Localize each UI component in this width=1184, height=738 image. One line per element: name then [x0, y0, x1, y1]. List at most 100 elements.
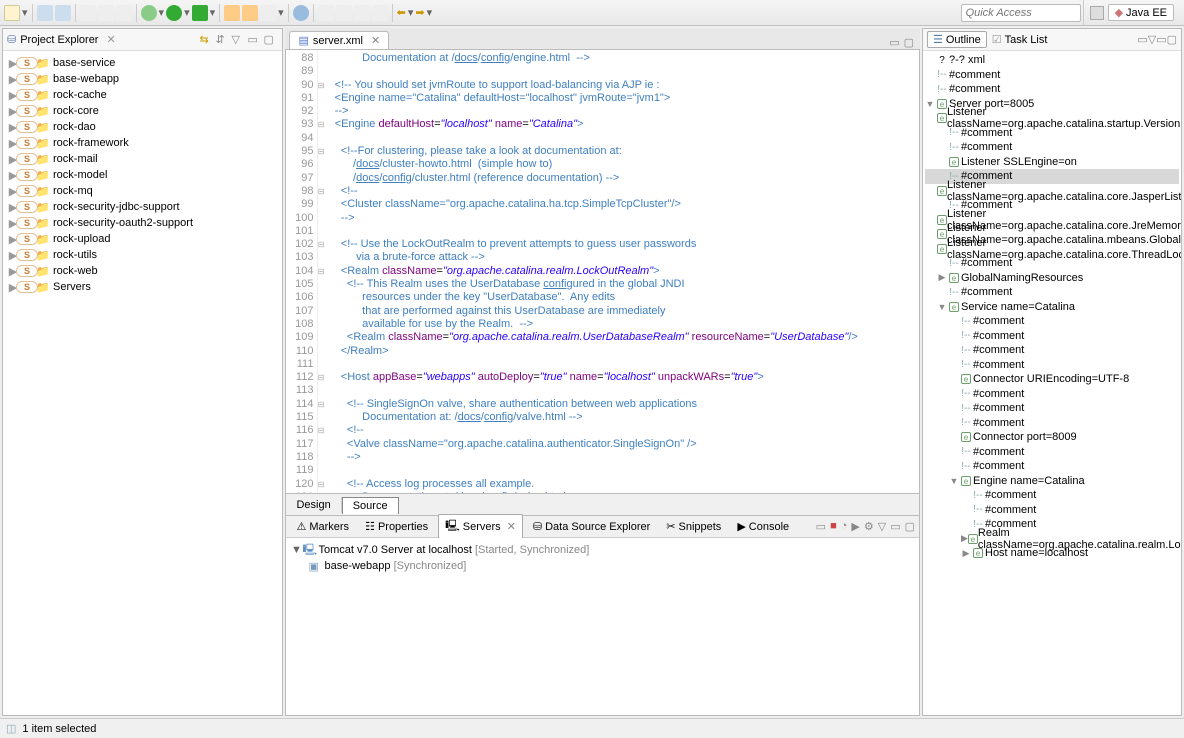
toolbar-icon[interactable] — [116, 5, 132, 21]
view-menu-icon[interactable]: ▽ — [878, 520, 886, 533]
outline-node[interactable]: !--#comment — [925, 401, 1179, 416]
outline-node[interactable]: ▶eRealm className=org.apache.catalina.re… — [925, 532, 1179, 547]
tasklist-tab[interactable]: ☑ Task List — [987, 32, 1053, 47]
outline-node[interactable]: !--#comment — [925, 329, 1179, 344]
dropdown-arrow-icon[interactable]: ▾ — [408, 6, 414, 19]
toolbar-icon[interactable] — [372, 5, 388, 21]
forward-icon[interactable]: ➡ — [415, 6, 424, 19]
toolbar-icon[interactable] — [336, 5, 352, 21]
view-menu-icon[interactable]: ▽ — [1148, 33, 1156, 46]
toolbar-icon[interactable] — [242, 5, 258, 21]
outline-node[interactable]: eConnector URIEncoding=UTF-8 — [925, 372, 1179, 387]
project-node[interactable]: ▶ S 📁 rock-mq — [5, 183, 280, 199]
expand-icon[interactable]: ▶ — [961, 548, 971, 559]
save-icon[interactable] — [37, 5, 53, 21]
outline-node[interactable]: !--#comment — [925, 82, 1179, 97]
project-node[interactable]: ▶ S 📁 rock-dao — [5, 119, 280, 135]
toolbar-icon[interactable]: ■ — [830, 520, 837, 533]
view-menu-icon[interactable]: ▽ — [231, 33, 245, 47]
source-tab[interactable]: Source — [342, 497, 399, 514]
outline-node[interactable]: ▶eGlobalNamingResources — [925, 271, 1179, 286]
dropdown-arrow-icon[interactable]: ▾ — [210, 6, 216, 19]
outline-node[interactable]: !--#comment — [925, 445, 1179, 460]
outline-node[interactable]: !--#comment — [925, 343, 1179, 358]
outline-node[interactable]: ▼eEngine name=Catalina — [925, 474, 1179, 489]
outline-node[interactable]: eListener SSLEngine=on — [925, 155, 1179, 170]
outline-node[interactable]: ▼eService name=Catalina — [925, 300, 1179, 315]
project-node[interactable]: ▶ S 📁 rock-core — [5, 103, 280, 119]
expand-icon[interactable]: ▶ — [937, 272, 947, 283]
toolbar-icon[interactable] — [318, 5, 334, 21]
run-server-icon[interactable] — [192, 5, 208, 21]
outline-node[interactable]: !--#comment — [925, 140, 1179, 155]
project-node[interactable]: ▶ S 📁 rock-utils — [5, 247, 280, 263]
expand-icon[interactable]: ▼ — [290, 544, 302, 556]
outline-node[interactable]: ??-? xml — [925, 53, 1179, 68]
toolbar-icon[interactable] — [224, 5, 240, 21]
outline-node[interactable]: !--#comment — [925, 387, 1179, 402]
project-node[interactable]: ▶ S 📁 rock-upload — [5, 231, 280, 247]
maximize-icon[interactable]: ▢ — [263, 33, 277, 47]
run-icon[interactable] — [166, 5, 182, 21]
toolbar-icon[interactable]: ▶ — [851, 520, 859, 533]
outline-node[interactable]: !--#comment — [925, 314, 1179, 329]
minimize-icon[interactable]: ▭ — [889, 36, 899, 49]
project-node[interactable]: ▶ S 📁 base-webapp — [5, 71, 280, 87]
bottom-tab-snippets[interactable]: ✂Snippets — [660, 518, 727, 535]
dropdown-arrow-icon[interactable]: ▾ — [184, 6, 190, 19]
toolbar-icon[interactable]: ▭ — [816, 520, 826, 533]
expand-icon[interactable]: ▼ — [949, 476, 959, 486]
bottom-tab-console[interactable]: ▶Console — [731, 518, 795, 535]
close-icon[interactable]: ✕ — [371, 34, 380, 47]
collapse-all-icon[interactable]: ⇆ — [199, 33, 213, 47]
expand-icon[interactable]: ▼ — [937, 302, 947, 312]
debug-icon[interactable] — [141, 5, 157, 21]
project-node[interactable]: ▶ S 📁 base-service — [5, 55, 280, 71]
outline-node[interactable]: eListener className=org.apache.catalina.… — [925, 111, 1179, 126]
project-node[interactable]: ▶ S 📁 rock-mail — [5, 151, 280, 167]
save-all-icon[interactable] — [55, 5, 71, 21]
perspective-javaee[interactable]: ◆ Java EE — [1108, 4, 1174, 21]
close-icon[interactable]: ✕ — [106, 33, 115, 46]
outline-tab[interactable]: ☰ Outline — [927, 31, 987, 48]
outline-node[interactable]: !--#comment — [925, 68, 1179, 83]
expand-icon[interactable]: ▶ — [961, 533, 968, 544]
new-icon[interactable] — [4, 5, 20, 21]
bottom-tab-properties[interactable]: ☷Properties — [359, 518, 434, 535]
dropdown-arrow-icon[interactable]: ▾ — [159, 6, 165, 19]
design-tab[interactable]: Design — [286, 497, 341, 513]
outline-node[interactable]: !--#comment — [925, 459, 1179, 474]
dropdown-arrow-icon[interactable]: ▾ — [278, 6, 284, 19]
toolbar-icon[interactable] — [354, 5, 370, 21]
toolbar-icon[interactable]: ▭ — [1137, 33, 1147, 46]
toolbar-icon[interactable] — [293, 5, 309, 21]
project-node[interactable]: ▶ S 📁 Servers — [5, 279, 280, 295]
project-node[interactable]: ▶ S 📁 rock-cache — [5, 87, 280, 103]
project-node[interactable]: ▶ S 📁 rock-framework — [5, 135, 280, 151]
maximize-icon[interactable]: ▢ — [904, 36, 914, 49]
outline-node[interactable]: !--#comment — [925, 285, 1179, 300]
bottom-tab-data-source-explorer[interactable]: ⛁Data Source Explorer — [527, 518, 656, 535]
server-node[interactable]: ▼ 🖳 Tomcat v7.0 Server at localhost [Sta… — [290, 542, 915, 558]
project-node[interactable]: ▶ S 📁 rock-model — [5, 167, 280, 183]
outline-node[interactable]: !--#comment — [925, 488, 1179, 503]
outline-node[interactable]: eConnector port=8009 — [925, 430, 1179, 445]
outline-node[interactable]: !--#comment — [925, 416, 1179, 431]
minimize-icon[interactable]: ▭ — [1156, 33, 1166, 46]
back-icon[interactable]: ⬅ — [397, 6, 406, 19]
expand-icon[interactable]: ▼ — [925, 99, 935, 109]
bottom-tab-markers[interactable]: ⚠Markers — [290, 518, 355, 535]
toolbar-icon[interactable] — [98, 5, 114, 21]
link-editor-icon[interactable]: ⇵ — [215, 33, 229, 47]
maximize-icon[interactable]: ▢ — [1167, 33, 1177, 46]
maximize-icon[interactable]: ▢ — [905, 520, 915, 533]
toolbar-icon[interactable]: ◔ — [841, 520, 848, 533]
project-node[interactable]: ▶ S 📁 rock-web — [5, 263, 280, 279]
server-module[interactable]: ▣ base-webapp [Synchronized] — [290, 558, 915, 574]
toolbar-icon[interactable] — [80, 5, 96, 21]
outline-node[interactable]: !--#comment — [925, 358, 1179, 373]
project-node[interactable]: ▶ S 📁 rock-security-jdbc-support — [5, 199, 280, 215]
dropdown-arrow-icon[interactable]: ▾ — [427, 6, 433, 19]
outline-node[interactable]: !--#comment — [925, 503, 1179, 518]
editor-tab-serverxml[interactable]: ▤ server.xml ✕ — [289, 31, 389, 49]
